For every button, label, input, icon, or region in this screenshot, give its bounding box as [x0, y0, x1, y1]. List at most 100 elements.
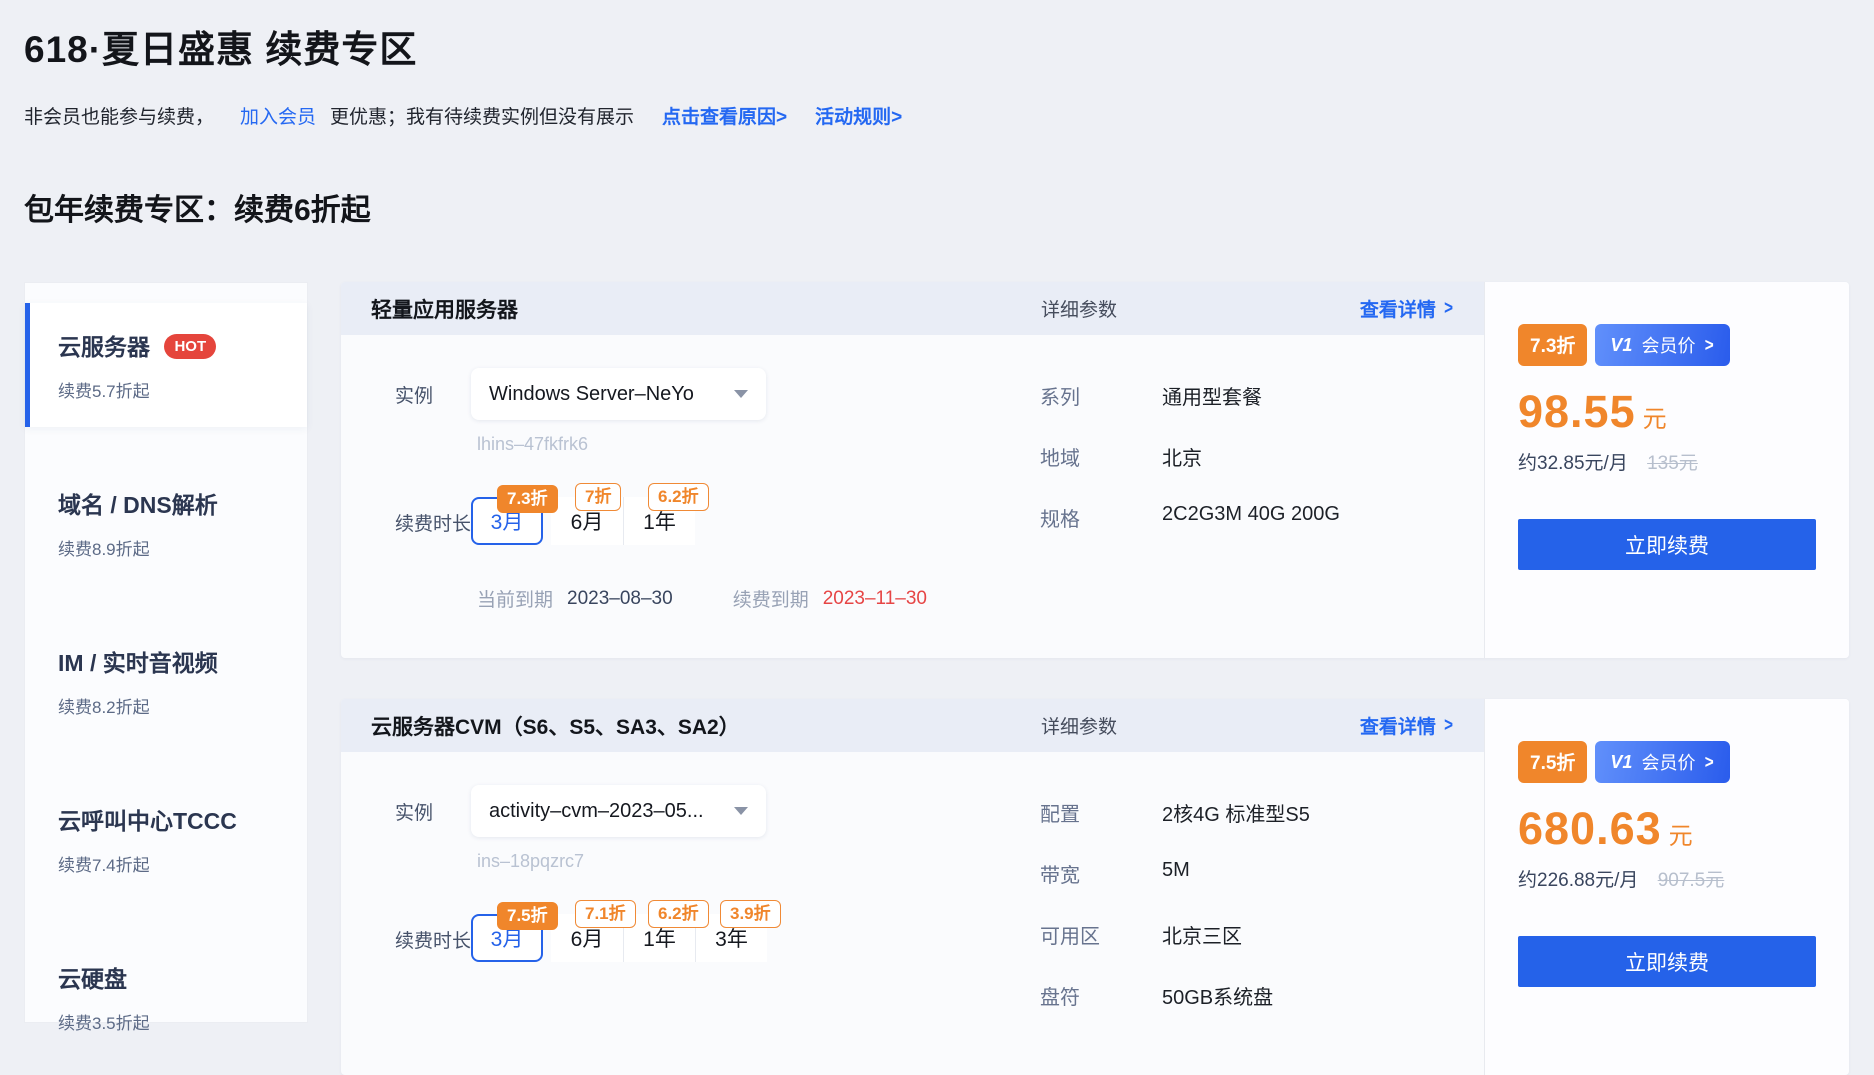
- sidebar-item-label: IM / 实时音视频: [58, 650, 218, 676]
- param-row: 配置 2核4G 标准型S5: [1040, 798, 1484, 827]
- chevron-right-icon: >: [1705, 752, 1714, 773]
- duration-option[interactable]: 7.1折 6月: [551, 914, 623, 962]
- param-row: 系列 通用型套餐: [1040, 381, 1484, 410]
- sidebar-item[interactable]: 云服务器 HOT 续费5.7折起: [25, 303, 307, 427]
- duration-option[interactable]: 7.3折 3月: [471, 497, 543, 545]
- price-panel: 7.3折 V1 会员价 > 98.55 元 约32.85元/月 135元 立即续…: [1484, 282, 1849, 658]
- discount-tag: 7折: [575, 483, 621, 511]
- price-badge-row: 7.5折 V1 会员价 >: [1518, 741, 1816, 783]
- sidebar-item-discount: 续费3.5折起: [58, 1009, 307, 1034]
- dropdown-caret-icon: [734, 390, 748, 398]
- discount-tag: 3.9折: [720, 900, 781, 928]
- view-reason-link[interactable]: 点击查看原因>: [662, 102, 787, 129]
- sidebar-item-label: 云呼叫中心TCCC: [58, 808, 237, 834]
- view-detail-link[interactable]: 查看详情 >: [1360, 712, 1454, 739]
- view-detail-label: 查看详情: [1360, 712, 1436, 739]
- price-amount: 98.55: [1518, 386, 1636, 438]
- param-row: 地域 北京: [1040, 442, 1484, 471]
- sidebar-item[interactable]: 云呼叫中心TCCC 续费7.4折起: [25, 777, 307, 901]
- price-row: 680.63 元: [1518, 803, 1816, 855]
- member-price-badge[interactable]: V1 会员价 >: [1595, 324, 1730, 366]
- instance-select[interactable]: activity–cvm–2023–05...: [471, 785, 766, 837]
- dropdown-caret-icon: [734, 807, 748, 815]
- discount-tag: 7.3折: [497, 485, 558, 513]
- member-level-label: V1: [1610, 335, 1632, 356]
- discount-tag: 7.1折: [575, 900, 636, 928]
- params-header: 详细参数: [1041, 295, 1117, 322]
- sidebar-item-title-row: 云服务器 HOT: [58, 328, 307, 362]
- renew-now-button[interactable]: 立即续费: [1518, 936, 1816, 987]
- param-label: 盘符: [1040, 981, 1162, 1010]
- current-expiry-date: 2023–08–30: [567, 588, 673, 610]
- instance-label: 实例: [395, 798, 471, 825]
- chevron-right-icon: >: [1444, 715, 1453, 737]
- param-label: 配置: [1040, 798, 1162, 827]
- form-column: 实例 activity–cvm–2023–05... ins–18pqzrc7 …: [395, 785, 1040, 1042]
- member-price-label: 会员价: [1641, 749, 1695, 775]
- sidebar-item[interactable]: IM / 实时音视频 续费8.2折起: [25, 619, 307, 743]
- card-body: 实例 activity–cvm–2023–05... ins–18pqzrc7 …: [341, 752, 1484, 1042]
- price-unit: 元: [1669, 816, 1693, 851]
- param-value: 2核4G 标准型S5: [1162, 798, 1310, 827]
- monthly-price-row: 约32.85元/月 135元: [1518, 448, 1816, 475]
- duration-option[interactable]: 7.5折 3月: [471, 914, 543, 962]
- member-price-badge[interactable]: V1 会员价 >: [1595, 741, 1730, 783]
- param-label: 可用区: [1040, 920, 1162, 949]
- duration-option[interactable]: 7折 6月: [551, 497, 623, 545]
- discount-tag: 7.5折: [497, 902, 558, 930]
- param-value: 北京三区: [1162, 920, 1242, 949]
- original-price: 907.5元: [1658, 870, 1725, 891]
- original-price: 135元: [1647, 453, 1698, 474]
- duration-label: 续费时长: [395, 900, 471, 953]
- instance-id: lhins–47fkfrk6: [477, 434, 1040, 455]
- sidebar-item[interactable]: 云硬盘 续费3.5折起: [25, 935, 307, 1059]
- discount-tag: 6.2折: [648, 483, 709, 511]
- renewal-page: 618·夏日盛惠 续费专区 非会员也能参与续费， 加入会员 更优惠；我有待续费实…: [0, 0, 1874, 1075]
- sidebar: 云服务器 HOT 续费5.7折起 域名 / DNS解析 续费8.9折起 IM /…: [24, 282, 308, 1023]
- expiry-row: 当前到期 2023–08–30 续费到期 2023–11–30: [477, 585, 1040, 612]
- subtitle-row: 非会员也能参与续费， 加入会员 更优惠；我有待续费实例但没有展示 点击查看原因>…: [24, 102, 1874, 129]
- params-list: 配置 2核4G 标准型S5 带宽 5M 可用区 北京三区 盘符 50GB系统盘: [1040, 785, 1484, 1042]
- product-card: 轻量应用服务器 详细参数 查看详情 > 实例 Windows Server–Ne…: [341, 282, 1849, 658]
- monthly-price: 约226.88元/月: [1518, 870, 1638, 891]
- join-member-link[interactable]: 加入会员: [240, 102, 316, 129]
- sidebar-item-discount: 续费5.7折起: [58, 377, 307, 402]
- instance-id: ins–18pqzrc7: [477, 851, 1040, 872]
- card-header: 云服务器CVM（S6、S5、SA3、SA2） 详细参数 查看详情 >: [341, 699, 1484, 752]
- chevron-right-icon: >: [1705, 335, 1714, 356]
- duration-option[interactable]: 6.2折 1年: [623, 497, 695, 545]
- param-label: 系列: [1040, 381, 1162, 410]
- param-value: 北京: [1162, 442, 1202, 471]
- param-row: 可用区 北京三区: [1040, 920, 1484, 949]
- params-header: 详细参数: [1041, 712, 1117, 739]
- card-title: 轻量应用服务器: [371, 294, 1041, 324]
- renew-now-button[interactable]: 立即续费: [1518, 519, 1816, 570]
- form-column: 实例 Windows Server–NeYo lhins–47fkfrk6 续费…: [395, 368, 1040, 612]
- param-row: 盘符 50GB系统盘: [1040, 981, 1484, 1010]
- param-value: 通用型套餐: [1162, 381, 1262, 410]
- member-price-label: 会员价: [1641, 332, 1695, 358]
- sidebar-item-title-row: 域名 / DNS解析: [58, 486, 307, 520]
- page-title: 618·夏日盛惠 续费专区: [24, 0, 1874, 73]
- duration-label: 续费时长: [395, 483, 471, 536]
- view-detail-label: 查看详情: [1360, 295, 1436, 322]
- discount-badge: 7.3折: [1518, 324, 1587, 366]
- renew-expiry-label: 续费到期: [733, 585, 809, 612]
- price-unit: 元: [1643, 399, 1667, 434]
- card-main: 轻量应用服务器 详细参数 查看详情 > 实例 Windows Server–Ne…: [341, 282, 1484, 658]
- sidebar-item-title-row: 云硬盘: [58, 960, 307, 994]
- instance-select[interactable]: Windows Server–NeYo: [471, 368, 766, 420]
- activity-rules-link[interactable]: 活动规则>: [815, 102, 902, 129]
- monthly-price: 约32.85元/月: [1518, 453, 1628, 474]
- param-value: 2C2G3M 40G 200G: [1162, 503, 1340, 532]
- hot-badge: HOT: [164, 334, 216, 359]
- card-header: 轻量应用服务器 详细参数 查看详情 >: [341, 282, 1484, 335]
- sidebar-item-title-row: IM / 实时音视频: [58, 644, 307, 678]
- param-value: 50GB系统盘: [1162, 981, 1273, 1010]
- sidebar-item-title-row: 云呼叫中心TCCC: [58, 802, 307, 836]
- cards-container: 轻量应用服务器 详细参数 查看详情 > 实例 Windows Server–Ne…: [341, 282, 1849, 1075]
- sidebar-item-discount: 续费8.9折起: [58, 535, 307, 560]
- view-detail-link[interactable]: 查看详情 >: [1360, 295, 1454, 322]
- sidebar-item[interactable]: 域名 / DNS解析 续费8.9折起: [25, 461, 307, 585]
- member-level-label: V1: [1610, 752, 1632, 773]
